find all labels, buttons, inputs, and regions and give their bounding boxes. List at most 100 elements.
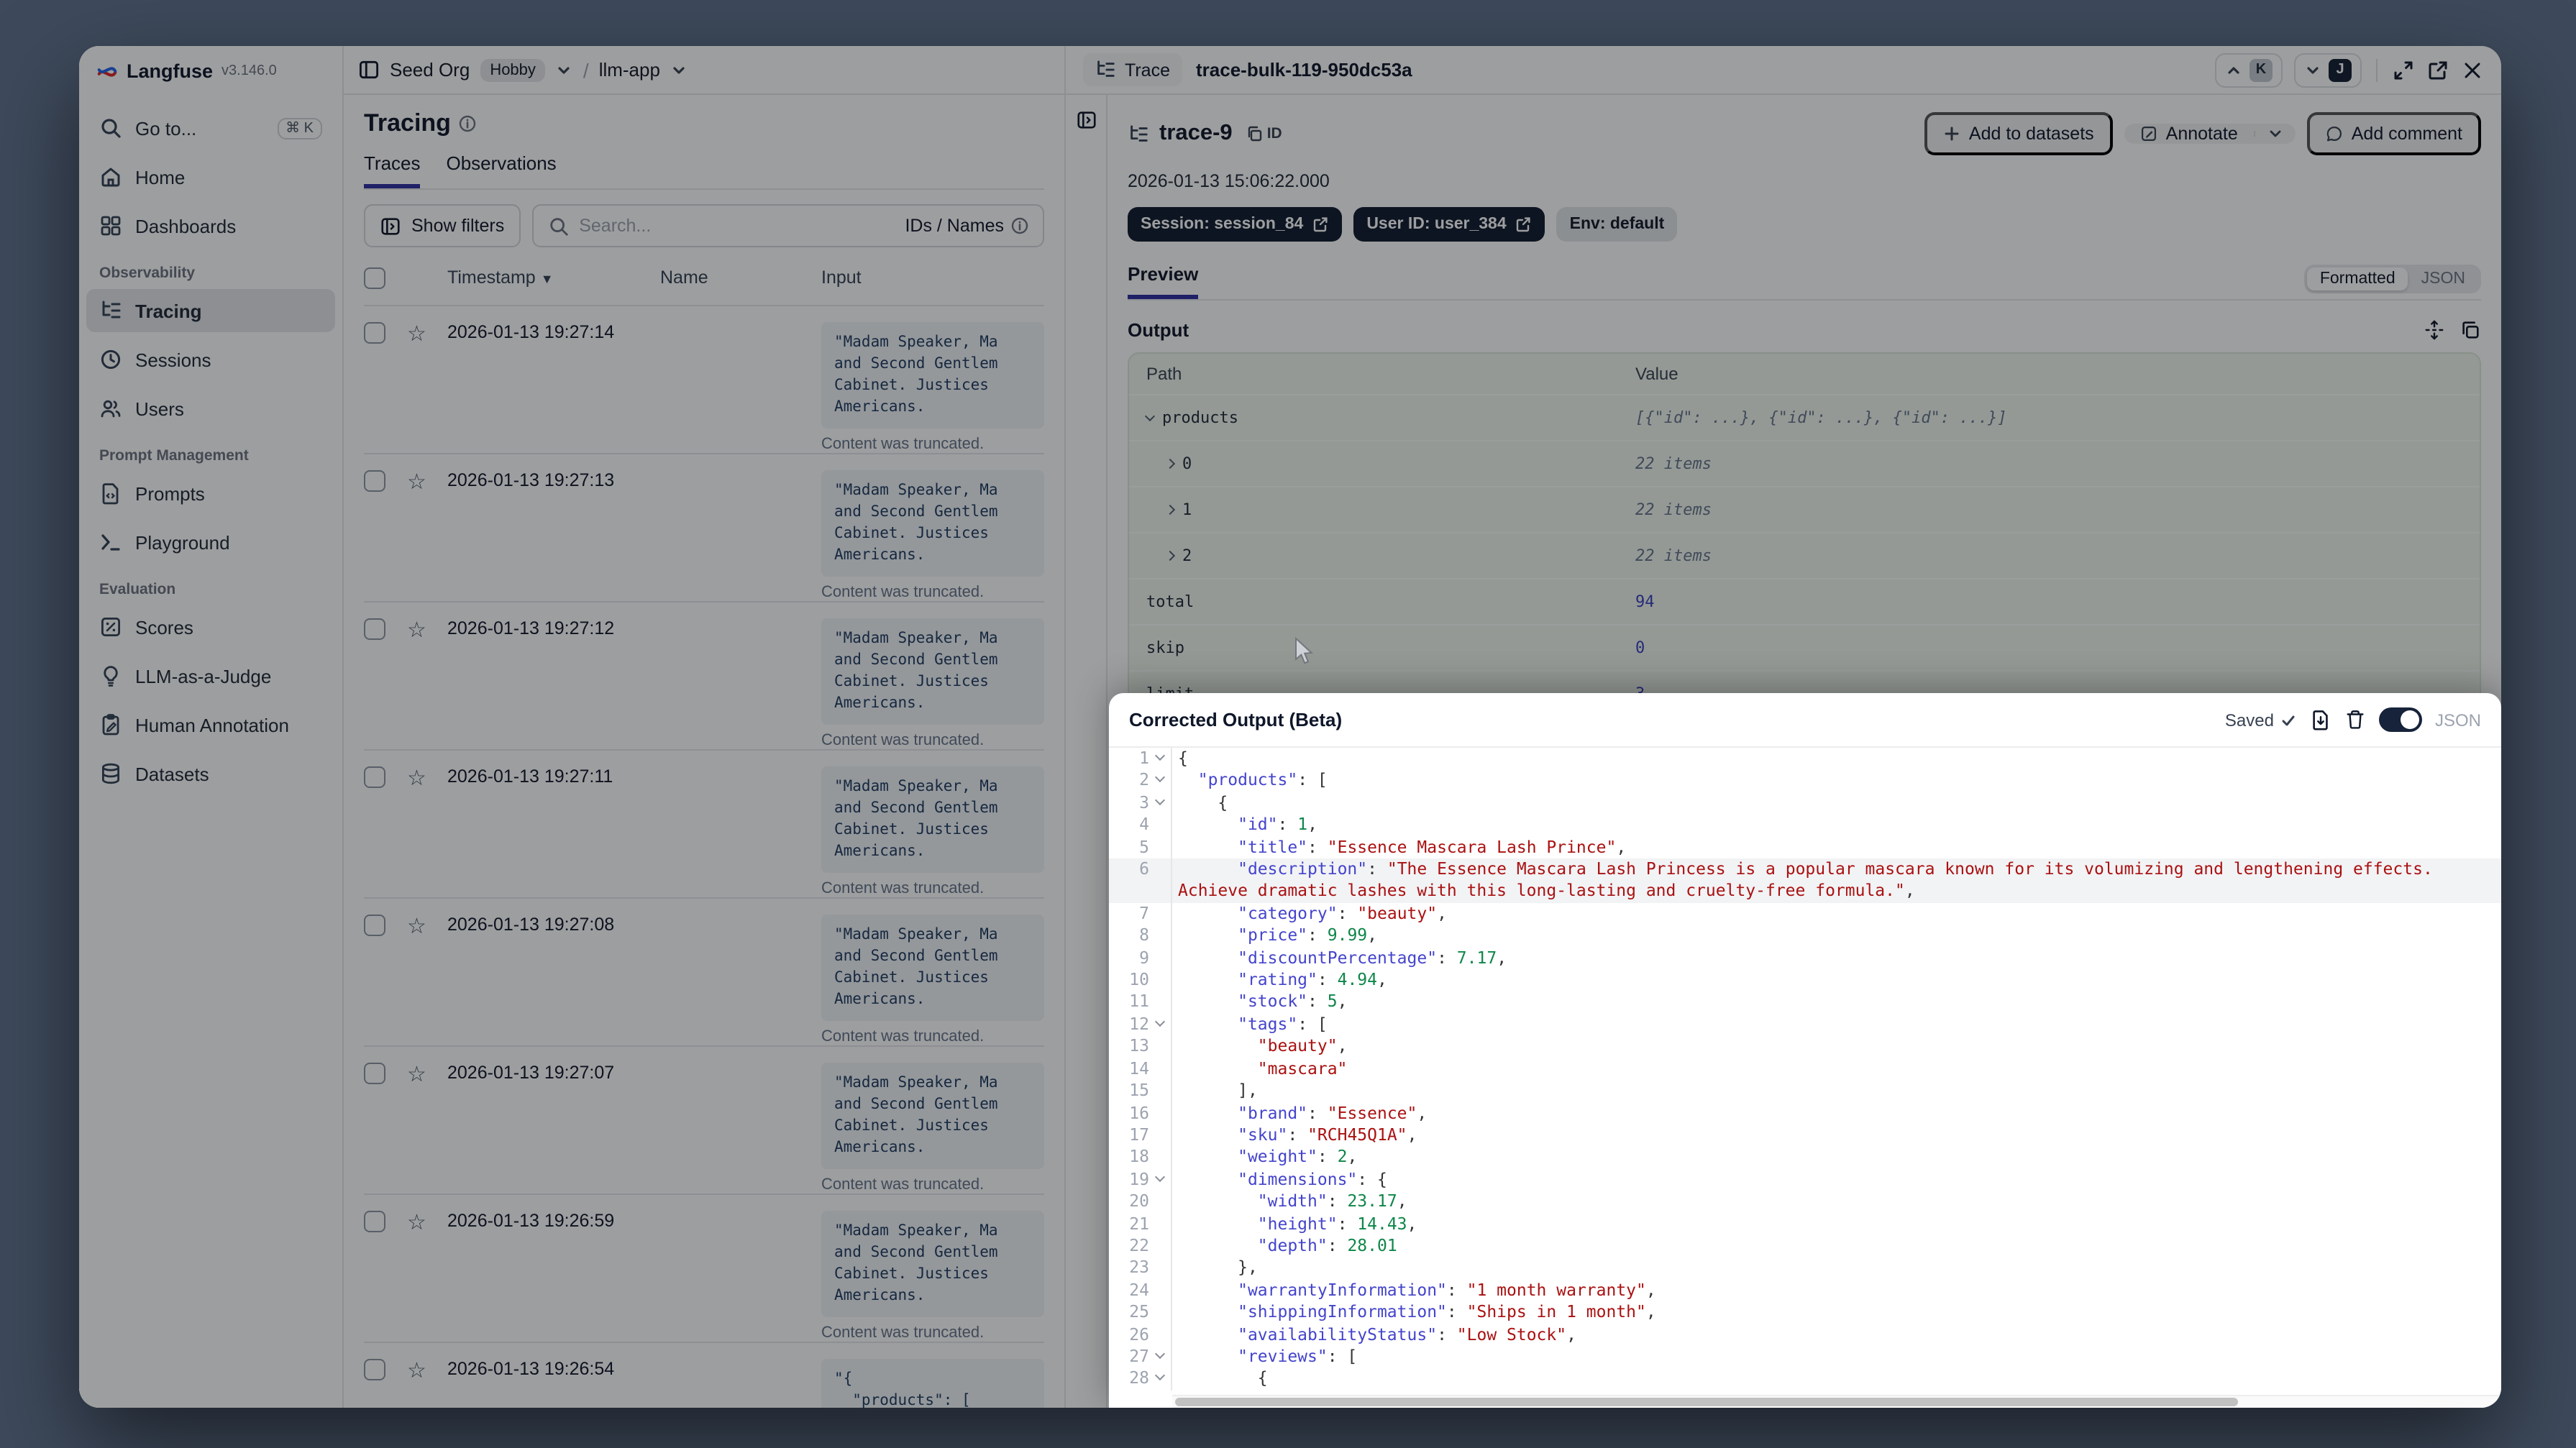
code-line[interactable]: 26 "availabilityStatus": "Low Stock", xyxy=(1109,1324,2501,1346)
code-line[interactable]: 14 "mascara" xyxy=(1109,1058,2501,1081)
code-line-content: "mascara" xyxy=(1257,1058,1348,1078)
code-line-content: "id": 1, xyxy=(1238,814,1317,835)
code-line[interactable]: 21 "height": 14.43, xyxy=(1109,1213,2501,1235)
code-line-content: "products": [ xyxy=(1197,769,1328,790)
scrollbar-thumb[interactable] xyxy=(1175,1398,2239,1406)
code-line-content: "tags": [ xyxy=(1238,1013,1328,1034)
line-gutter[interactable]: 12 xyxy=(1109,1013,1172,1036)
code-line-content: { xyxy=(1178,748,1188,768)
code-line-content: "category": "beauty", xyxy=(1238,902,1447,923)
code-line[interactable]: 9 "discountPercentage": 7.17, xyxy=(1109,947,2501,970)
line-gutter[interactable]: 21 xyxy=(1109,1213,1172,1235)
code-line-content: "availabilityStatus": "Low Stock", xyxy=(1238,1324,1576,1344)
corrected-output-panel: Corrected Output (Beta) Saved JSON 1{2 "… xyxy=(1109,693,2501,1408)
code-line[interactable]: 11 "stock": 5, xyxy=(1109,991,2501,1014)
line-gutter[interactable]: 5 xyxy=(1109,836,1172,859)
line-gutter[interactable]: 4 xyxy=(1109,814,1172,837)
code-line[interactable]: 28 { xyxy=(1109,1367,2501,1390)
line-gutter[interactable]: 19 xyxy=(1109,1168,1172,1191)
json-code-editor[interactable]: 1{2 "products": [3 {4 "id": 1, 5 "title":… xyxy=(1109,748,2501,1408)
line-gutter[interactable]: 20 xyxy=(1109,1191,1172,1214)
code-line-content: "depth": 28.01 xyxy=(1257,1234,1397,1255)
json-toggle[interactable] xyxy=(2378,707,2422,732)
line-gutter[interactable]: 18 xyxy=(1109,1146,1172,1169)
code-line[interactable]: 15 ], xyxy=(1109,1080,2501,1102)
code-line[interactable]: 20 "width": 23.17, xyxy=(1109,1191,2501,1214)
line-gutter[interactable]: 3 xyxy=(1109,792,1172,815)
line-gutter[interactable]: 7 xyxy=(1109,902,1172,925)
line-gutter[interactable]: 22 xyxy=(1109,1234,1172,1257)
line-gutter[interactable]: 8 xyxy=(1109,925,1172,948)
code-line[interactable]: 6 "description": "The Essence Mascara La… xyxy=(1109,858,2501,903)
code-line[interactable]: 19 "dimensions": { xyxy=(1109,1168,2501,1191)
code-line-content: "title": "Essence Mascara Lash Prince", xyxy=(1238,836,1627,857)
code-line-content: "warrantyInformation": "1 month warranty… xyxy=(1238,1279,1656,1300)
code-line-content: { xyxy=(1178,792,1228,812)
line-gutter[interactable]: 6 xyxy=(1109,858,1172,903)
code-line-content: "sku": "RCH45Q1A", xyxy=(1238,1124,1417,1145)
code-line[interactable]: 17 "sku": "RCH45Q1A", xyxy=(1109,1124,2501,1147)
code-line-content: }, xyxy=(1178,1257,1258,1278)
line-gutter[interactable]: 17 xyxy=(1109,1124,1172,1147)
fold-chevron-icon xyxy=(1154,1370,1165,1381)
fold-chevron-icon xyxy=(1154,794,1165,805)
code-line-content: { xyxy=(1178,1367,1268,1388)
code-line[interactable]: 27 "reviews": [ xyxy=(1109,1345,2501,1368)
fold-chevron-icon xyxy=(1154,1171,1165,1182)
code-line[interactable]: 12 "tags": [ xyxy=(1109,1013,2501,1036)
fold-chevron-icon xyxy=(1154,772,1165,783)
code-line[interactable]: 23 }, xyxy=(1109,1257,2501,1280)
code-line-content: "reviews": [ xyxy=(1238,1345,1358,1366)
code-line-content: "brand": "Essence", xyxy=(1238,1102,1428,1122)
code-line[interactable]: 24 "warrantyInformation": "1 month warra… xyxy=(1109,1279,2501,1302)
code-line[interactable]: 2 "products": [ xyxy=(1109,769,2501,792)
trash-icon[interactable] xyxy=(2344,709,2366,730)
corrected-output-title: Corrected Output (Beta) xyxy=(1129,709,1343,730)
line-gutter[interactable]: 14 xyxy=(1109,1058,1172,1081)
code-line-content: "stock": 5, xyxy=(1238,991,1348,1012)
mouse-cursor xyxy=(1295,637,1313,664)
line-gutter[interactable]: 1 xyxy=(1109,748,1172,770)
code-line[interactable]: 13 "beauty", xyxy=(1109,1035,2501,1058)
code-line-content: "beauty", xyxy=(1257,1035,1348,1056)
code-line[interactable]: 1{ xyxy=(1109,748,2501,770)
code-line-content: "width": 23.17, xyxy=(1257,1191,1407,1211)
saved-status: Saved xyxy=(2225,710,2297,730)
code-line[interactable]: 18 "weight": 2, xyxy=(1109,1146,2501,1169)
line-gutter[interactable]: 11 xyxy=(1109,991,1172,1014)
line-gutter[interactable]: 2 xyxy=(1109,769,1172,792)
line-gutter[interactable]: 13 xyxy=(1109,1035,1172,1058)
line-gutter[interactable]: 27 xyxy=(1109,1345,1172,1368)
code-line[interactable]: 5 "title": "Essence Mascara Lash Prince"… xyxy=(1109,836,2501,859)
app-window: Langfuse v3.146.0 Go to... ⌘ K Home Dash… xyxy=(79,46,2501,1408)
code-line[interactable]: 3 { xyxy=(1109,792,2501,815)
code-line-content: "price": 9.99, xyxy=(1238,925,1378,945)
code-line-content: ], xyxy=(1178,1080,1258,1101)
line-gutter[interactable]: 10 xyxy=(1109,969,1172,991)
line-gutter[interactable]: 28 xyxy=(1109,1367,1172,1390)
line-gutter[interactable]: 26 xyxy=(1109,1324,1172,1346)
line-gutter[interactable]: 9 xyxy=(1109,947,1172,970)
code-line-content: "discountPercentage": 7.17, xyxy=(1238,947,1507,968)
code-line-content: "dimensions": { xyxy=(1238,1168,1387,1189)
line-gutter[interactable]: 15 xyxy=(1109,1080,1172,1102)
code-line-content: "rating": 4.94, xyxy=(1238,969,1387,990)
code-line-content: "shippingInformation": "Ships in 1 month… xyxy=(1238,1301,1656,1322)
line-gutter[interactable]: 25 xyxy=(1109,1301,1172,1324)
code-line[interactable]: 8 "price": 9.99, xyxy=(1109,925,2501,948)
code-line[interactable]: 16 "brand": "Essence", xyxy=(1109,1102,2501,1124)
line-gutter[interactable]: 23 xyxy=(1109,1257,1172,1280)
code-line[interactable]: 10 "rating": 4.94, xyxy=(1109,969,2501,991)
code-line-content: "height": 14.43, xyxy=(1257,1213,1417,1234)
code-line[interactable]: 7 "category": "beauty", xyxy=(1109,902,2501,925)
line-gutter[interactable]: 16 xyxy=(1109,1102,1172,1124)
code-line-content: "weight": 2, xyxy=(1238,1146,1358,1167)
horizontal-scrollbar[interactable] xyxy=(1172,1395,2501,1408)
code-line-content: "description": "The Essence Mascara Lash… xyxy=(1178,858,2443,901)
fold-chevron-icon xyxy=(1154,1016,1165,1027)
code-line[interactable]: 25 "shippingInformation": "Ships in 1 mo… xyxy=(1109,1301,2501,1324)
code-line[interactable]: 22 "depth": 28.01 xyxy=(1109,1234,2501,1257)
save-file-icon[interactable] xyxy=(2310,709,2331,730)
code-line[interactable]: 4 "id": 1, xyxy=(1109,814,2501,837)
line-gutter[interactable]: 24 xyxy=(1109,1279,1172,1302)
